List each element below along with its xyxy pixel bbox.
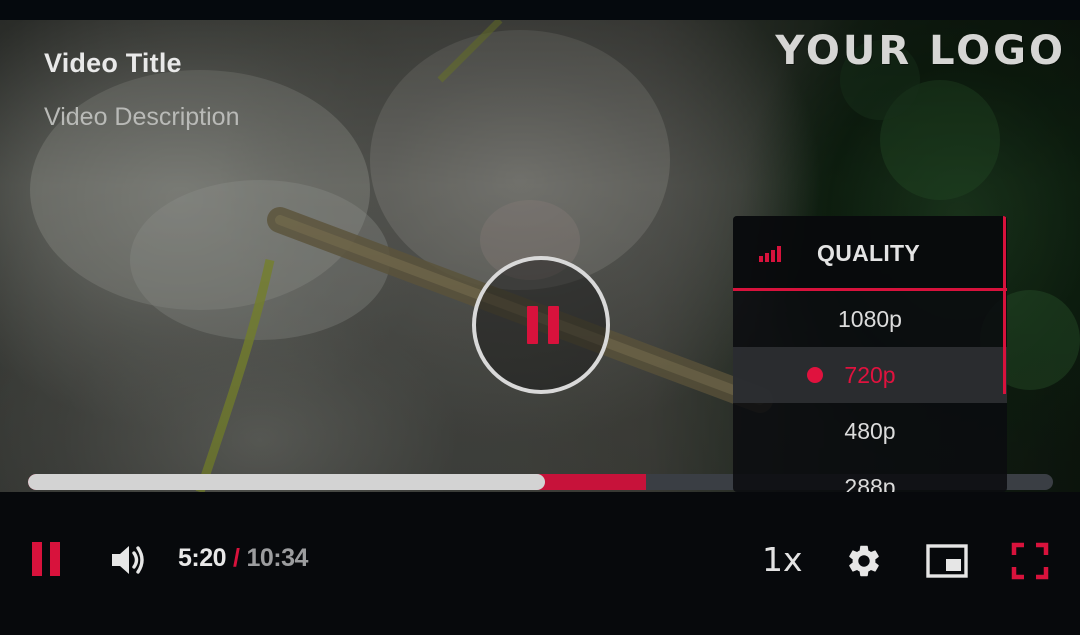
picture-in-picture-button[interactable] <box>926 544 968 578</box>
quality-option-label: 1080p <box>838 306 902 332</box>
logo: YOUR LOGO <box>775 28 1066 74</box>
selected-dot-icon <box>807 367 823 383</box>
video-description: Video Description <box>44 103 240 131</box>
volume-icon <box>112 546 144 574</box>
quality-option-288p[interactable]: 288p <box>733 459 1007 492</box>
volume-button[interactable] <box>110 542 150 578</box>
control-bar: 5:20/10:34 1x <box>0 492 1080 635</box>
time-separator: / <box>233 544 240 572</box>
quality-menu-scrollbar[interactable] <box>1003 216 1006 394</box>
picture-in-picture-icon <box>926 544 968 578</box>
quality-option-720p[interactable]: 720p <box>733 347 1007 403</box>
progress-played <box>28 474 545 490</box>
fullscreen-button[interactable] <box>1011 542 1049 580</box>
pause-icon <box>32 542 42 576</box>
video-title: Video Title <box>44 48 182 78</box>
pause-icon-bar <box>50 542 60 576</box>
video-player: Video Title Video Description YOUR LOGO … <box>0 0 1080 635</box>
fullscreen-icon <box>1011 542 1049 580</box>
quality-option-label: 480p <box>844 418 896 444</box>
pause-button[interactable] <box>30 542 64 578</box>
settings-button[interactable] <box>845 542 883 580</box>
duration: 10:34 <box>246 544 309 572</box>
signal-bars-icon <box>759 246 781 262</box>
top-strip <box>0 0 1080 20</box>
pause-icon <box>527 306 538 344</box>
video-info: Video Title Video Description <box>44 48 239 132</box>
time-display: 5:20/10:34 <box>178 544 308 573</box>
quality-option-480p[interactable]: 480p <box>733 403 1007 459</box>
center-pause-button[interactable] <box>472 256 610 394</box>
quality-option-1080p[interactable]: 1080p <box>733 291 1007 347</box>
quality-menu-header: QUALITY <box>733 216 1007 291</box>
quality-menu: QUALITY 1080p 720p 480p 288p <box>733 216 1007 492</box>
playback-speed-button[interactable]: 1x <box>762 540 803 579</box>
quality-option-label: 720p <box>844 362 896 388</box>
quality-menu-title: QUALITY <box>817 240 921 266</box>
pause-icon-bar <box>548 306 559 344</box>
quality-option-label: 288p <box>844 474 896 492</box>
current-time: 5:20 <box>178 544 227 572</box>
gear-icon <box>849 545 879 577</box>
